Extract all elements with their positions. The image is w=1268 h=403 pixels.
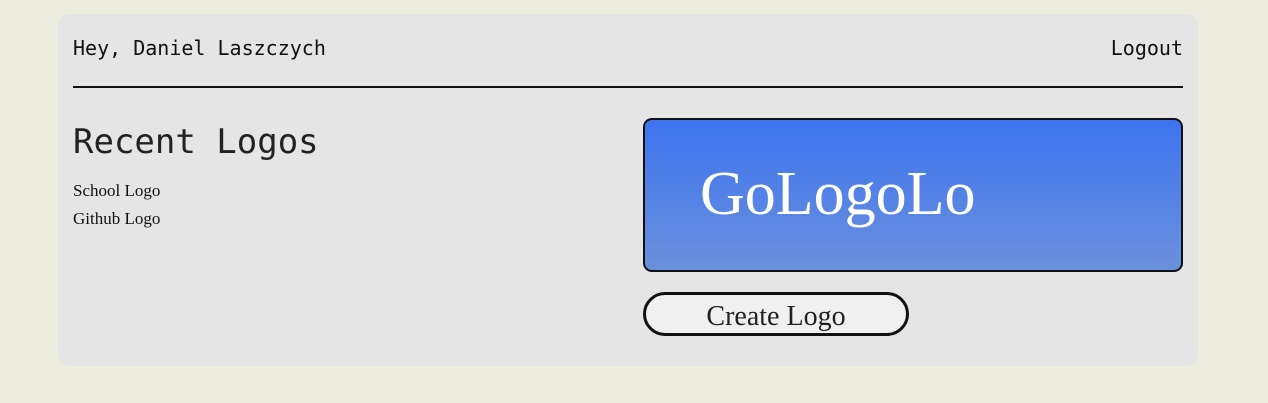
logout-link[interactable]: Logout xyxy=(1111,36,1183,60)
list-item-school-logo[interactable]: School Logo xyxy=(73,177,160,205)
header-divider xyxy=(73,86,1183,88)
recent-logos-heading: Recent Logos xyxy=(73,122,319,162)
list-item-github-logo[interactable]: Github Logo xyxy=(73,205,160,233)
recent-logos-list: School Logo Github Logo xyxy=(73,177,160,233)
banner-title: GoLogoLo xyxy=(700,160,976,228)
gologolo-banner: GoLogoLo xyxy=(643,118,1183,272)
user-greeting: Hey, Daniel Laszczych xyxy=(73,36,326,60)
main-card: Hey, Daniel Laszczych Logout Recent Logo… xyxy=(58,14,1198,366)
create-logo-button[interactable]: Create Logo xyxy=(643,292,909,336)
